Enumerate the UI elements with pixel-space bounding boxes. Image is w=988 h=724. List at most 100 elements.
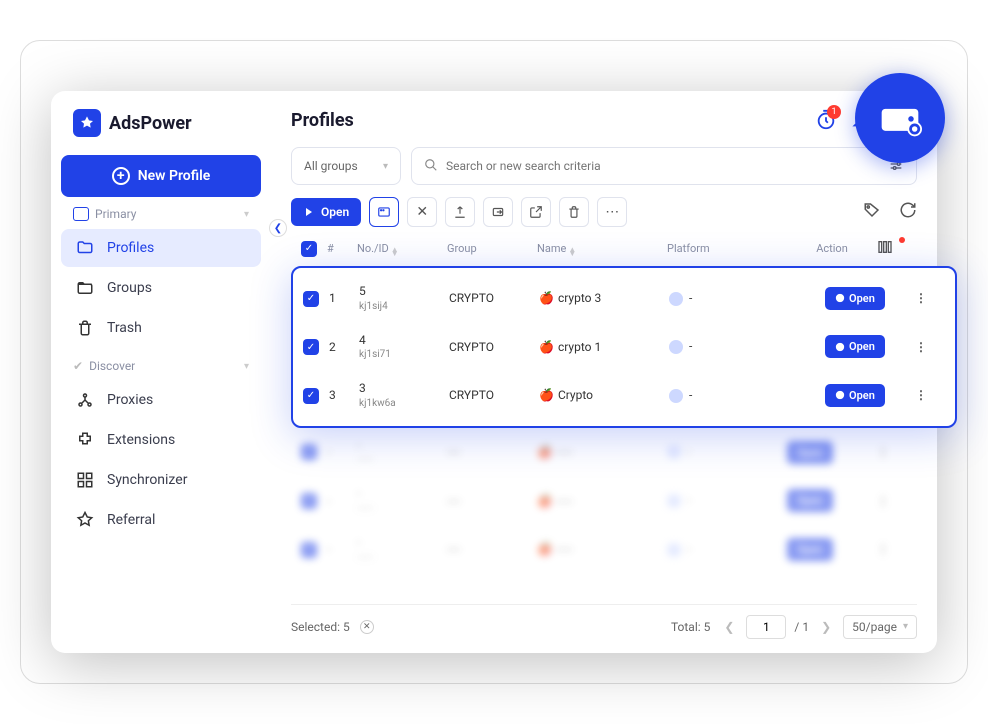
browser-button[interactable]: [369, 197, 399, 227]
bulk-open-label: Open: [321, 205, 349, 219]
total-count: Total: 5: [671, 620, 710, 634]
row-more-button[interactable]: ⋮: [915, 291, 926, 305]
table-row[interactable]: ✓ 2 4kj1si71 CRYPTO 🍎crypto 1 - Open ⋮: [293, 323, 955, 372]
row-id: 4kj1si71: [359, 333, 449, 362]
section-discover[interactable]: ✔ Discover ▾: [61, 349, 261, 379]
row-checkbox[interactable]: ✓: [303, 388, 319, 404]
row-name: 🍎crypto 1: [539, 340, 669, 354]
new-profile-label: New Profile: [138, 168, 211, 184]
share-button[interactable]: [521, 197, 551, 227]
row-group: CRYPTO: [449, 291, 539, 305]
timer-icon[interactable]: 1: [815, 109, 837, 131]
sidebar-item-referral[interactable]: Referral: [61, 501, 261, 539]
table-row[interactable]: ✓ 3 3kj1kw6a CRYPTO 🍎Crypto - Open ⋮: [293, 371, 955, 420]
columns-settings-icon[interactable]: [877, 239, 907, 258]
groups-icon: [75, 279, 95, 297]
sidebar-item-proxies[interactable]: Proxies: [61, 381, 261, 419]
sidebar-item-synchronizer[interactable]: Synchronizer: [61, 461, 261, 499]
table-row-blurred: ✓ - ------- ---- 🍎----- - Open ⋮: [291, 476, 917, 525]
next-page-button[interactable]: ❯: [817, 620, 835, 634]
col-platform: Platform: [667, 242, 787, 255]
row-checkbox[interactable]: ✓: [303, 291, 319, 307]
row-open-button[interactable]: Open: [825, 287, 885, 310]
prev-page-button[interactable]: ❮: [720, 620, 738, 634]
nav-label: Synchronizer: [107, 472, 187, 488]
platform-icon: [669, 340, 683, 354]
row-platform: -: [669, 291, 825, 306]
sidebar-item-groups[interactable]: Groups: [61, 269, 261, 307]
wallet-settings-bubble[interactable]: [855, 73, 945, 163]
row-more-button[interactable]: ⋮: [915, 340, 926, 354]
row-group: CRYPTO: [449, 388, 539, 402]
col-id[interactable]: No./ID: [357, 242, 389, 255]
trash-icon: [75, 319, 95, 337]
nav-label: Extensions: [107, 432, 175, 448]
close-all-button[interactable]: ✕: [407, 197, 437, 227]
logo-icon: [73, 109, 101, 137]
group-filter-select[interactable]: All groups ▾: [291, 147, 401, 185]
delete-button[interactable]: [559, 197, 589, 227]
row-checkbox[interactable]: ✓: [303, 339, 319, 355]
row-index: 2: [329, 340, 359, 354]
section-primary[interactable]: Primary ▾: [61, 197, 261, 227]
profiles-table-body: ✓ 1 5kj1sij4 CRYPTO 🍎crypto 3 - Open ⋮ ✓…: [291, 266, 957, 428]
row-more-button[interactable]: ⋮: [915, 388, 926, 402]
folder-icon: [75, 239, 95, 257]
selected-count: Selected: 5: [291, 620, 350, 634]
clear-selection-button[interactable]: ✕: [360, 620, 374, 634]
sidebar-item-trash[interactable]: Trash: [61, 309, 261, 347]
refresh-button[interactable]: [899, 201, 917, 223]
nav-label: Profiles: [107, 240, 154, 256]
sort-icon[interactable]: ▲▼: [391, 248, 399, 256]
page-input[interactable]: [746, 615, 786, 639]
sort-icon[interactable]: ▲▼: [568, 248, 576, 256]
robot-icon: [73, 207, 89, 221]
apple-icon: 🍎: [539, 388, 554, 402]
apple-icon: 🍎: [539, 291, 554, 305]
section-discover-label: Discover: [89, 359, 135, 373]
per-page-select[interactable]: 50/page ▾: [843, 615, 917, 639]
row-index: 1: [329, 291, 359, 305]
export-button[interactable]: [445, 197, 475, 227]
select-all-checkbox[interactable]: ✓: [301, 241, 317, 257]
row-open-button[interactable]: Open: [825, 384, 885, 407]
search-container: [411, 147, 917, 185]
chevron-down-icon: ▾: [903, 621, 908, 632]
row-name: 🍎Crypto: [539, 388, 669, 402]
blurred-rows: ✓ - ------- ---- 🍎----- - Open ⋮ ✓ - ---…: [291, 428, 917, 574]
new-profile-button[interactable]: + New Profile: [61, 155, 261, 197]
table-row[interactable]: ✓ 1 5kj1sij4 CRYPTO 🍎crypto 3 - Open ⋮: [293, 274, 955, 323]
table-row-blurred: ✓ - ------- ---- 🍎----- - Open ⋮: [291, 525, 917, 574]
page-total: / 1: [794, 620, 809, 634]
platform-icon: [669, 389, 683, 403]
check-circle-icon: ✔: [73, 359, 83, 373]
chevron-down-icon: ▾: [244, 209, 249, 220]
star-icon: [75, 511, 95, 529]
chevron-down-icon: ▾: [244, 361, 249, 372]
more-button[interactable]: ⋯: [597, 197, 627, 227]
brand-logo: AdsPower: [61, 109, 261, 155]
table-header: ✓ # No./ID▲▼ Group Name▲▼ Platform Actio…: [291, 227, 917, 266]
bulk-open-button[interactable]: Open: [291, 198, 361, 226]
page-title: Profiles: [291, 110, 354, 131]
sidebar-item-extensions[interactable]: Extensions: [61, 421, 261, 459]
sidebar-collapse-button[interactable]: ❮: [269, 219, 287, 237]
row-name: 🍎crypto 3: [539, 291, 669, 305]
sidebar-item-profiles[interactable]: Profiles: [61, 229, 261, 267]
nav-label: Groups: [107, 280, 152, 296]
row-index: 3: [329, 388, 359, 402]
synchronizer-icon: [75, 471, 95, 489]
col-group: Group: [447, 242, 537, 255]
col-action: Action: [787, 242, 877, 255]
move-button[interactable]: [483, 197, 513, 227]
col-name[interactable]: Name: [537, 242, 566, 255]
apple-icon: 🍎: [539, 340, 554, 354]
extensions-icon: [75, 431, 95, 449]
search-input[interactable]: [446, 159, 880, 173]
row-open-button[interactable]: Open: [825, 335, 885, 358]
table-row-blurred: ✓ - ------- ---- 🍎----- - Open ⋮: [291, 428, 917, 477]
chevron-down-icon: ▾: [383, 161, 388, 172]
tag-icon[interactable]: [863, 201, 881, 223]
row-group: CRYPTO: [449, 340, 539, 354]
nav-label: Trash: [107, 320, 142, 336]
